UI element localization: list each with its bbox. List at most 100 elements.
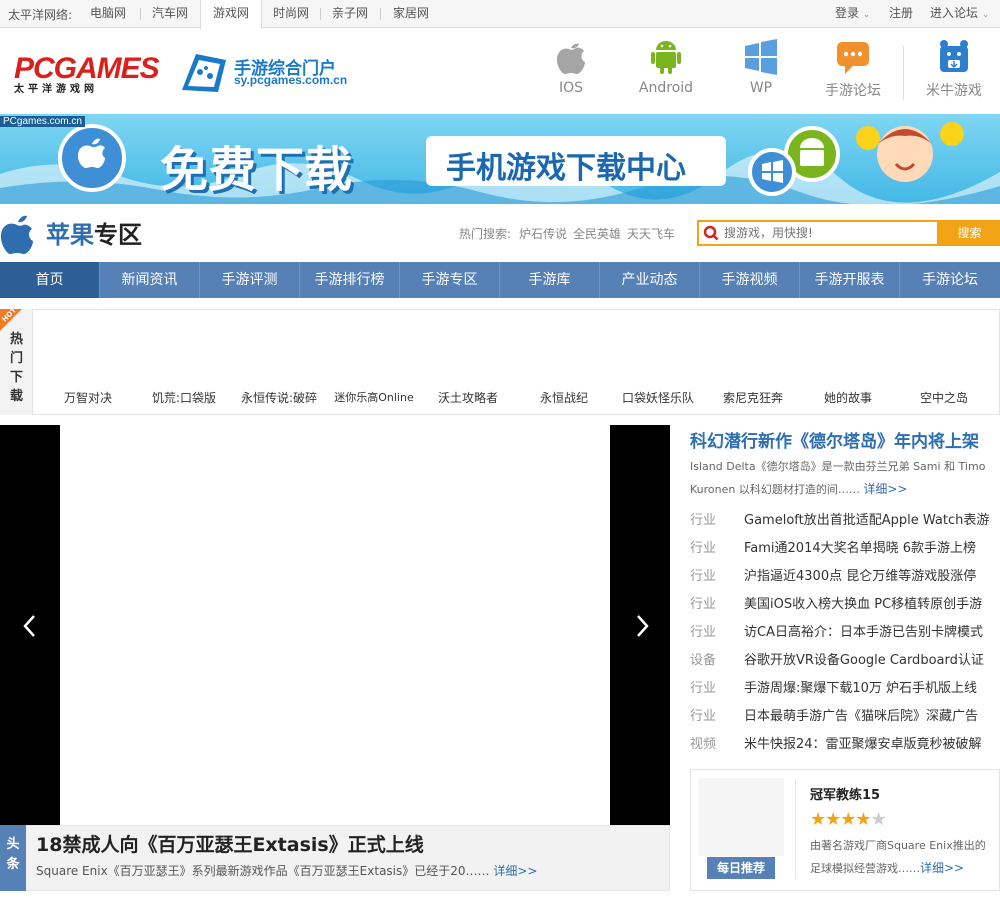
hot-search-keyword[interactable]: 炉石传说 bbox=[519, 225, 567, 242]
news-title: 手游周爆:聚爆下载10万 炉石手机版上线 bbox=[744, 681, 978, 696]
hot-game-item[interactable]: 沃土攻略者 bbox=[418, 389, 518, 406]
star-filled-icon: ★ bbox=[825, 809, 841, 830]
windows-icon bbox=[745, 39, 777, 75]
nav-news[interactable]: 新闻资讯 bbox=[100, 262, 200, 298]
hot-label-char: 门 bbox=[10, 351, 24, 366]
divider bbox=[903, 46, 904, 100]
zone-title-highlight: 苹果 bbox=[46, 221, 94, 249]
platform-android[interactable]: Android bbox=[626, 36, 706, 96]
network-label: 太平洋网络: bbox=[8, 8, 73, 22]
hot-game-item[interactable]: 万智对决 bbox=[38, 389, 138, 406]
miniu-icon bbox=[940, 40, 968, 72]
nav-forum[interactable]: 手游论坛 bbox=[900, 262, 1000, 298]
hot-game-item[interactable]: 饥荒:口袋版 bbox=[134, 389, 234, 406]
news-item[interactable]: 行业 沪指逼近4300点 昆仑万维等游戏股涨停 bbox=[690, 563, 1000, 591]
site-link-games[interactable]: 游戏网 bbox=[200, 0, 262, 29]
hot-label-char: 下 bbox=[10, 370, 24, 385]
zone-title-rest: 专区 bbox=[94, 221, 142, 249]
hot-game-item[interactable]: 永恒传说:破碎 bbox=[229, 389, 329, 406]
news-category: 设备 bbox=[690, 653, 717, 668]
news-title: 谷歌开放VR设备Google Cardboard认证 bbox=[744, 653, 984, 668]
news-item[interactable]: 行业 美国iOS收入榜大换血 PC移植转原创手游 bbox=[690, 591, 1000, 619]
nav-home[interactable]: 首页 bbox=[0, 262, 100, 298]
platform-miniu[interactable]: 米牛游戏 bbox=[914, 36, 994, 100]
banner-center-text: 手机游戏下载中心 bbox=[446, 151, 686, 186]
nav-server-list[interactable]: 手游开服表 bbox=[800, 262, 900, 298]
hot-game-item[interactable]: 永恒战纪 bbox=[514, 389, 614, 406]
feature-more-link[interactable]: 详细>> bbox=[863, 482, 907, 496]
hot-game-item[interactable]: 口袋妖怪乐队 bbox=[608, 389, 708, 406]
nav-zones[interactable]: 手游专区 bbox=[400, 262, 500, 298]
nav-videos[interactable]: 手游视频 bbox=[700, 262, 800, 298]
headline-tag-text: 头条 bbox=[6, 837, 20, 872]
news-category: 行业 bbox=[690, 625, 717, 640]
platform-ios[interactable]: IOS bbox=[531, 36, 611, 96]
star-filled-icon: ★ bbox=[840, 809, 856, 830]
daily-pick-image[interactable] bbox=[698, 778, 784, 856]
news-item[interactable]: 设备 谷歌开放VR设备Google Cardboard认证 bbox=[690, 647, 1000, 675]
forum-entry-label: 进入论坛 bbox=[930, 6, 979, 20]
news-title: 访CA日高裕介：日本手游已告别卡牌模式 bbox=[744, 625, 983, 640]
nav-rankings[interactable]: 手游排行榜 bbox=[300, 262, 400, 298]
hot-game-item[interactable]: 她的故事 bbox=[798, 389, 898, 406]
hot-search-label: 热门搜索: bbox=[459, 227, 512, 241]
news-item[interactable]: 行业 日本最萌手游广告《猫咪后院》深藏广告 bbox=[690, 703, 1000, 731]
feature-title[interactable]: 科幻潜行新作《德尔塔岛》年内将上架 bbox=[690, 427, 979, 452]
nav-industry[interactable]: 产业动态 bbox=[600, 262, 700, 298]
news-category: 行业 bbox=[690, 597, 717, 612]
login-link[interactable]: 登录 ⌄ bbox=[835, 0, 870, 28]
news-item[interactable]: 行业 Fami通2014大奖名单揭晓 6款手游上榜 bbox=[690, 535, 1000, 563]
feature-desc-text: Island Delta《德尔塔岛》是一款由芬兰兄弟 Sami 和 Timo K… bbox=[690, 460, 986, 496]
pcgames-logo[interactable]: PCGAMES 太平洋游戏网 bbox=[14, 53, 160, 95]
site-link-pconline[interactable]: 电脑网 bbox=[76, 0, 140, 28]
news-item[interactable]: 行业 Gameloft放出首批适配Apple Watch表游 bbox=[690, 507, 1000, 535]
platform-wp[interactable]: WP bbox=[721, 36, 801, 96]
hot-game-item[interactable]: 迷你乐高Online bbox=[324, 389, 424, 405]
news-title: 美国iOS收入榜大换血 PC移植转原创手游 bbox=[744, 597, 983, 612]
chevron-right-icon[interactable] bbox=[632, 612, 652, 644]
forum-entry-link[interactable]: 进入论坛 ⌄ bbox=[930, 0, 989, 28]
chevron-down-icon: ⌄ bbox=[862, 10, 871, 20]
site-link-home[interactable]: 家居网 bbox=[380, 0, 442, 28]
daily-pick-more-link[interactable]: 详细>> bbox=[920, 861, 964, 875]
register-link[interactable]: 注册 bbox=[889, 0, 913, 28]
headline-title[interactable]: 18禁成人向《百万亚瑟王Extasis》正式上线 bbox=[36, 830, 424, 857]
portal-url: sy.pcgames.com.cn bbox=[234, 73, 348, 87]
daily-pick-title[interactable]: 冠军教练15 bbox=[810, 784, 880, 803]
news-item[interactable]: 视频 米牛快报24：雷亚聚爆安卓版竟秒被破解 bbox=[690, 731, 1000, 759]
site-link-baby[interactable]: 亲子网 bbox=[320, 0, 380, 28]
hot-search-keyword[interactable]: 全民英雄 bbox=[573, 225, 621, 242]
headline-desc-text: Square Enix《百万亚瑟王》系列最新游戏作品《百万亚瑟王Extasis》… bbox=[36, 864, 490, 878]
news-title: Gameloft放出首批适配Apple Watch表游 bbox=[744, 513, 990, 528]
zone-title: 苹果专区 bbox=[46, 215, 142, 250]
star-filled-icon: ★ bbox=[855, 809, 871, 830]
news-category: 视频 bbox=[690, 737, 717, 752]
star-empty-icon: ★ bbox=[870, 809, 887, 830]
slider-image[interactable] bbox=[60, 425, 610, 825]
hot-game-item[interactable]: 空中之岛 bbox=[894, 389, 994, 406]
mobile-portal-logo-icon[interactable] bbox=[178, 50, 230, 98]
daily-pick-tag: 每日推荐 bbox=[707, 857, 775, 879]
news-item[interactable]: 行业 手游周爆:聚爆下载10万 炉石手机版上线 bbox=[690, 675, 1000, 703]
headline-tag: 头条 bbox=[0, 825, 26, 891]
hot-label-char: 载 bbox=[10, 389, 24, 404]
hot-search-keyword[interactable]: 天天飞车 bbox=[627, 225, 675, 242]
kuaisou-logo-icon bbox=[703, 225, 719, 245]
news-item[interactable]: 行业 访CA日高裕介：日本手游已告别卡牌模式 bbox=[690, 619, 1000, 647]
platform-forum[interactable]: 手游论坛 bbox=[813, 36, 893, 100]
divider bbox=[320, 8, 321, 20]
site-link-auto[interactable]: 汽车网 bbox=[140, 0, 200, 28]
star-rating: ★★★★★ bbox=[810, 809, 887, 830]
chevron-down-icon: ⌄ bbox=[981, 10, 990, 20]
search-input[interactable] bbox=[724, 222, 934, 244]
platform-label: Android bbox=[638, 80, 694, 96]
search-button[interactable]: 搜索 bbox=[939, 220, 1000, 246]
headline-more-link[interactable]: 详细>> bbox=[493, 864, 537, 878]
hot-game-item[interactable]: 索尼克狂奔 bbox=[703, 389, 803, 406]
nav-reviews[interactable]: 手游评测 bbox=[200, 262, 300, 298]
site-link-fashion[interactable]: 时尚网 bbox=[262, 0, 320, 28]
nav-game-library[interactable]: 手游库 bbox=[500, 262, 600, 298]
apple-icon bbox=[0, 212, 34, 260]
chevron-left-icon[interactable] bbox=[20, 612, 40, 644]
news-category: 行业 bbox=[690, 681, 717, 696]
